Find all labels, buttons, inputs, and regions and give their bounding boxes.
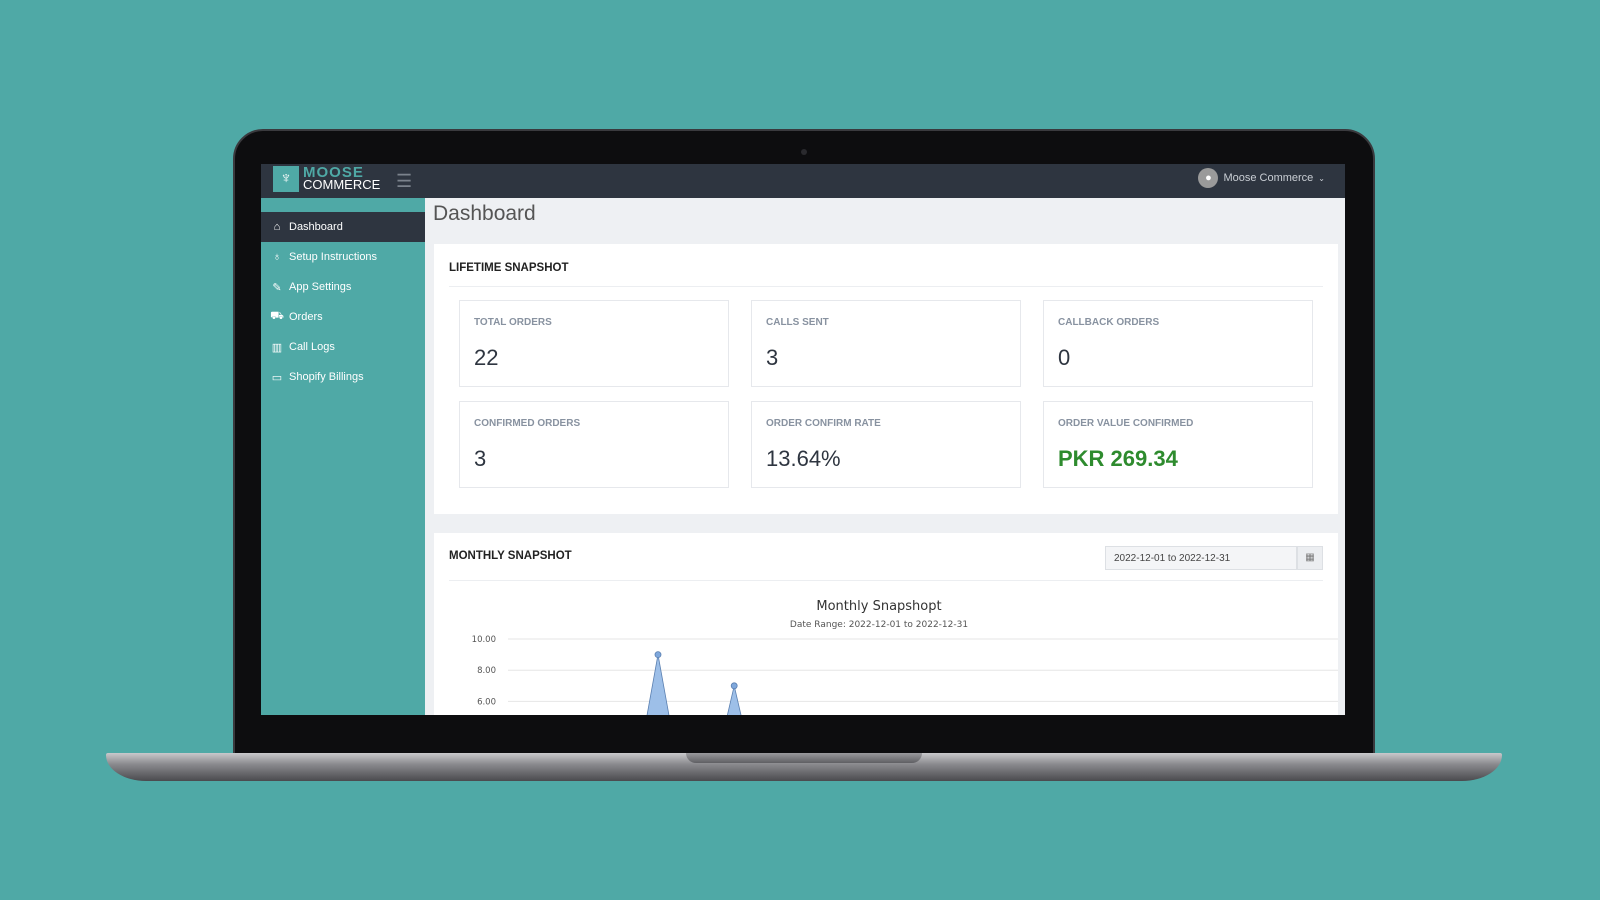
hamburger-menu-icon[interactable]: ☰ [396, 171, 412, 192]
data-point [730, 682, 738, 690]
brand-logo[interactable]: ♆ MOOSE COMMERCE [273, 165, 381, 192]
moose-icon: ♆ [273, 166, 299, 192]
sidebar-item-label: Call Logs [289, 341, 335, 353]
lightbulb-icon: ♁ [272, 251, 282, 263]
app-screen: ♆ MOOSE COMMERCE ☰ ● Moose Commerce ⌄ ⌂ Da… [261, 164, 1345, 715]
laptop-camera [801, 149, 807, 155]
sidebar-item-app-settings[interactable]: ✎ App Settings [261, 272, 425, 302]
chart-title: Monthly Snapshopt [816, 599, 941, 614]
lifetime-snapshot-title: LIFETIME SNAPSHOT [449, 262, 569, 274]
sidebar-item-dashboard[interactable]: ⌂ Dashboard [261, 212, 425, 242]
y-tick-label: 6.00 [477, 697, 496, 707]
sidebar-item-shopify-billings[interactable]: ▭ Shopify Billings [261, 362, 425, 392]
y-tick-label: 8.00 [477, 666, 496, 676]
sidebar-item-label: Shopify Billings [289, 371, 364, 383]
stat-label: TOTAL ORDERS [474, 317, 552, 328]
sidebar-item-label: App Settings [289, 281, 352, 293]
settings-icon: ✎ [272, 281, 282, 294]
y-tick-label: 10.00 [472, 635, 496, 645]
stat-label: CALLS SENT [766, 317, 829, 328]
chart-subtitle: Date Range: 2022-12-01 to 2022-12-31 [790, 620, 968, 630]
monthly-chart: Monthly Snapshopt Date Range: 2022-12-01 … [472, 599, 1338, 715]
sidebar-item-label: Orders [289, 311, 323, 323]
credit-card-icon: ▭ [271, 371, 283, 384]
laptop-notch [686, 753, 922, 763]
bar-chart-icon: ▥ [271, 341, 283, 354]
sidebar-item-setup-instructions[interactable]: ♁ Setup Instructions [261, 242, 425, 272]
page-title: Dashboard [433, 202, 536, 225]
stat-label: CALLBACK ORDERS [1058, 317, 1160, 328]
data-point [654, 651, 662, 659]
area-series [646, 654, 742, 715]
sidebar: ⌂ Dashboard ♁ Setup Instructions ✎ App Settin… [261, 198, 425, 715]
user-menu[interactable]: ● Moose Commerce ⌄ [1198, 168, 1325, 188]
home-icon: ⌂ [273, 221, 281, 233]
user-name: Moose Commerce [1223, 172, 1314, 184]
sidebar-item-label: Dashboard [289, 221, 343, 233]
divider [449, 286, 1323, 287]
cart-icon: ⛟ [270, 310, 284, 322]
monthly-snapshot-card: MONTHLY SNAPSHOT 2022-12-01 to 2022-12-3… [434, 533, 1338, 715]
top-bar: ♆ MOOSE COMMERCE ☰ ● Moose Commerce ⌄ [261, 164, 1345, 198]
sidebar-item-label: Setup Instructions [289, 251, 378, 263]
avatar: ● [1198, 168, 1219, 188]
chevron-down-icon: ⌄ [1318, 173, 1325, 183]
sidebar-item-call-logs[interactable]: ▥ Call Logs [261, 332, 425, 362]
brand-line2: COMMERCE [303, 177, 381, 192]
sidebar-item-orders[interactable]: ⛟ Orders [261, 302, 425, 332]
